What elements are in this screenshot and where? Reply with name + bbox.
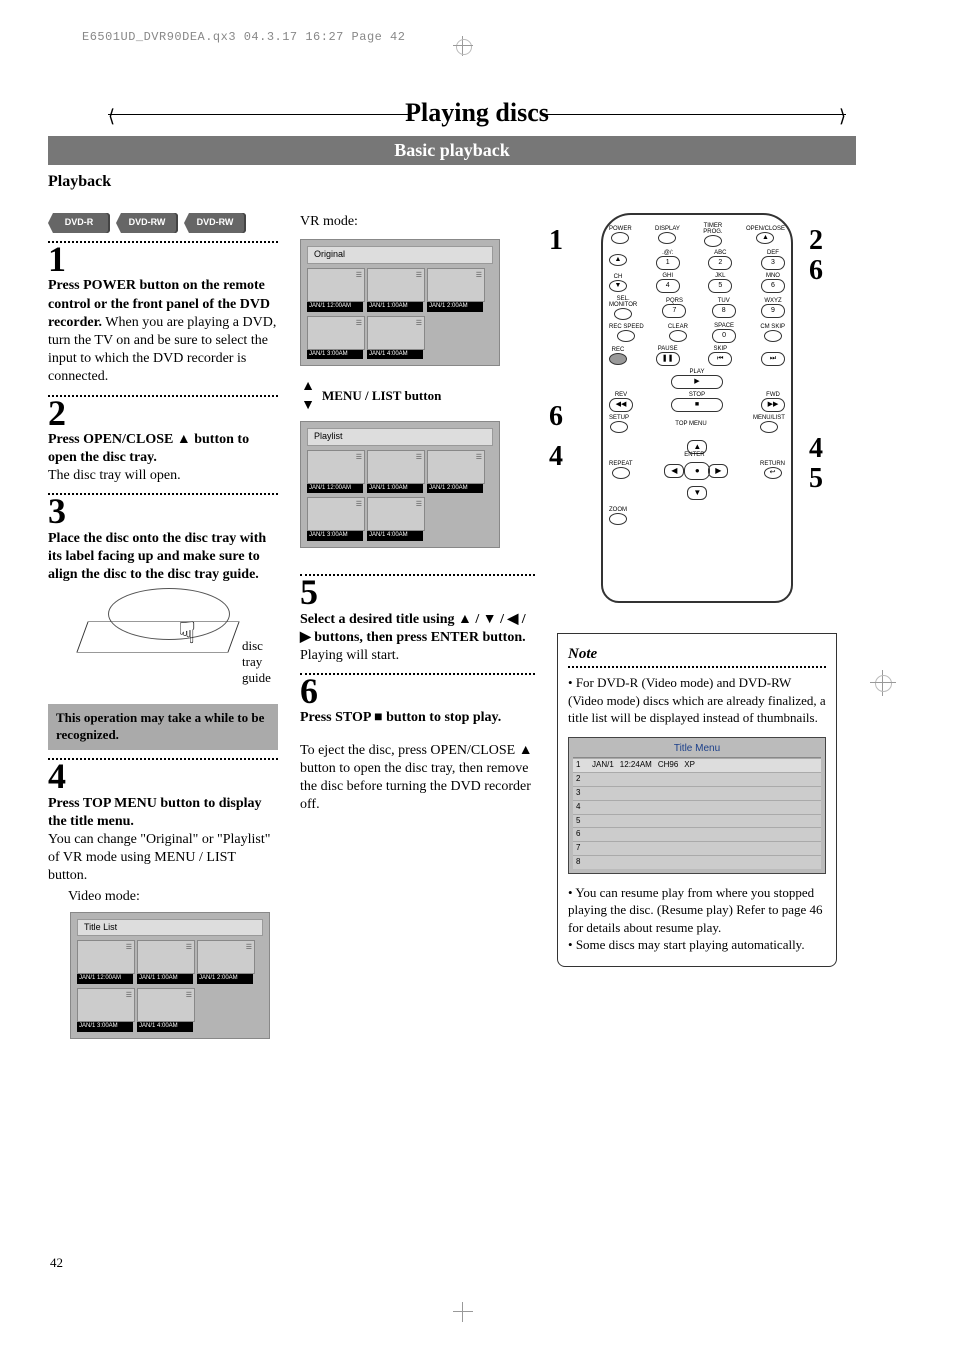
updown-arrows-icon: ▲▼ — [300, 378, 316, 414]
callout-1: 1 — [549, 223, 563, 259]
column-1: DVD-R VideoDVD-RW VRDVD-RW 1 Press POWER… — [48, 213, 278, 1051]
step-1-number: 1 — [48, 243, 278, 275]
callout-4-left: 4 — [549, 439, 563, 475]
enter-button: ● — [684, 462, 710, 480]
stop-button: ■ — [671, 398, 723, 412]
step-5-number: 5 — [300, 576, 535, 608]
note-title: Note — [568, 644, 826, 664]
step-4-text: Press TOP MENU button to display the tit… — [48, 795, 278, 906]
remote-control-diagram: POWER DISPLAY TIMER PROG. OPEN/CLOSE▲ ▲ … — [601, 213, 793, 603]
note-box: Note • For DVD-R (Video mode) and DVD-RW… — [557, 633, 837, 967]
doc-info-header: E6501UD_DVR90DEA.qx3 04.3.17 16:27 Page … — [48, 30, 906, 44]
menu-list-button-label: ▲▼ MENU / LIST button — [300, 378, 535, 414]
note-p3: • Some discs may start playing automatic… — [568, 936, 826, 954]
note-p1: • For DVD-R (Video mode) and DVD-RW (Vid… — [568, 674, 826, 727]
page-number: 42 — [50, 1255, 63, 1271]
dpad: ▲ ▼ ◀ ▶ ● ENTER — [656, 440, 736, 500]
power-button — [611, 232, 629, 244]
badge-dvd-rw-vr: VRDVD-RW — [184, 213, 246, 233]
step-3-text: Place the disc onto the disc tray with i… — [48, 530, 278, 585]
column-2: VR mode: Original JAN/1 12:00AM JAN/1 1:… — [300, 213, 535, 1051]
callout-6-right-top: 6 — [809, 253, 823, 289]
subtitle-bar: Basic playback — [48, 136, 856, 165]
callout-6-left: 6 — [549, 399, 563, 435]
original-panel: Original JAN/1 12:00AM JAN/1 1:00AM JAN/… — [300, 239, 500, 366]
step-2-number: 2 — [48, 397, 278, 429]
step-2-text: Press OPEN/CLOSE ▲ button to open the di… — [48, 431, 278, 486]
registration-mark-right — [870, 670, 896, 696]
warning-box: This operation may take a while to be re… — [48, 704, 278, 750]
step-1-text: Press POWER button on the remote control… — [48, 277, 278, 386]
disc-tray-illustration: ☟ disc tray guide — [82, 588, 272, 698]
open-close-button: ▲ — [756, 232, 774, 244]
page-title-banner: ⟨ Playing discs ⟩ — [48, 98, 906, 128]
registration-mark-bottom — [453, 1302, 473, 1322]
playlist-panel: Playlist JAN/1 12:00AM JAN/1 1:00AM JAN/… — [300, 421, 500, 548]
step-4-number: 4 — [48, 760, 278, 792]
step-5-text: Select a desired title using ▲ / ▼ / ◀ /… — [300, 611, 535, 666]
title-menu-panel: Title Menu 1JAN/112:24AMCH96XP 2 3 4 5 6… — [568, 737, 826, 874]
registration-mark-top — [453, 36, 473, 56]
vr-mode-label: VR mode: — [300, 213, 535, 231]
step-6-text: Press STOP ■ button to stop play. To eje… — [300, 709, 535, 814]
disc-type-badges: DVD-R VideoDVD-RW VRDVD-RW — [48, 213, 278, 233]
section-heading: Playback — [48, 173, 906, 191]
badge-dvd-rw-video: VideoDVD-RW — [116, 213, 178, 233]
column-3: 1 2 6 6 4 4 5 POWER DISPLAY TIMER PROG. … — [557, 213, 837, 1051]
play-button: ▶ — [671, 375, 723, 389]
badge-dvd-r: DVD-R — [48, 213, 110, 233]
page-title: Playing discs — [405, 98, 549, 127]
note-p2: • You can resume play from where you sto… — [568, 884, 826, 937]
title-list-panel: Title List JAN/1 12:00AM JAN/1 1:00AM JA… — [70, 912, 270, 1039]
step-6-number: 6 — [300, 675, 535, 707]
callout-5-right: 5 — [809, 461, 823, 497]
step-3-number: 3 — [48, 495, 278, 527]
